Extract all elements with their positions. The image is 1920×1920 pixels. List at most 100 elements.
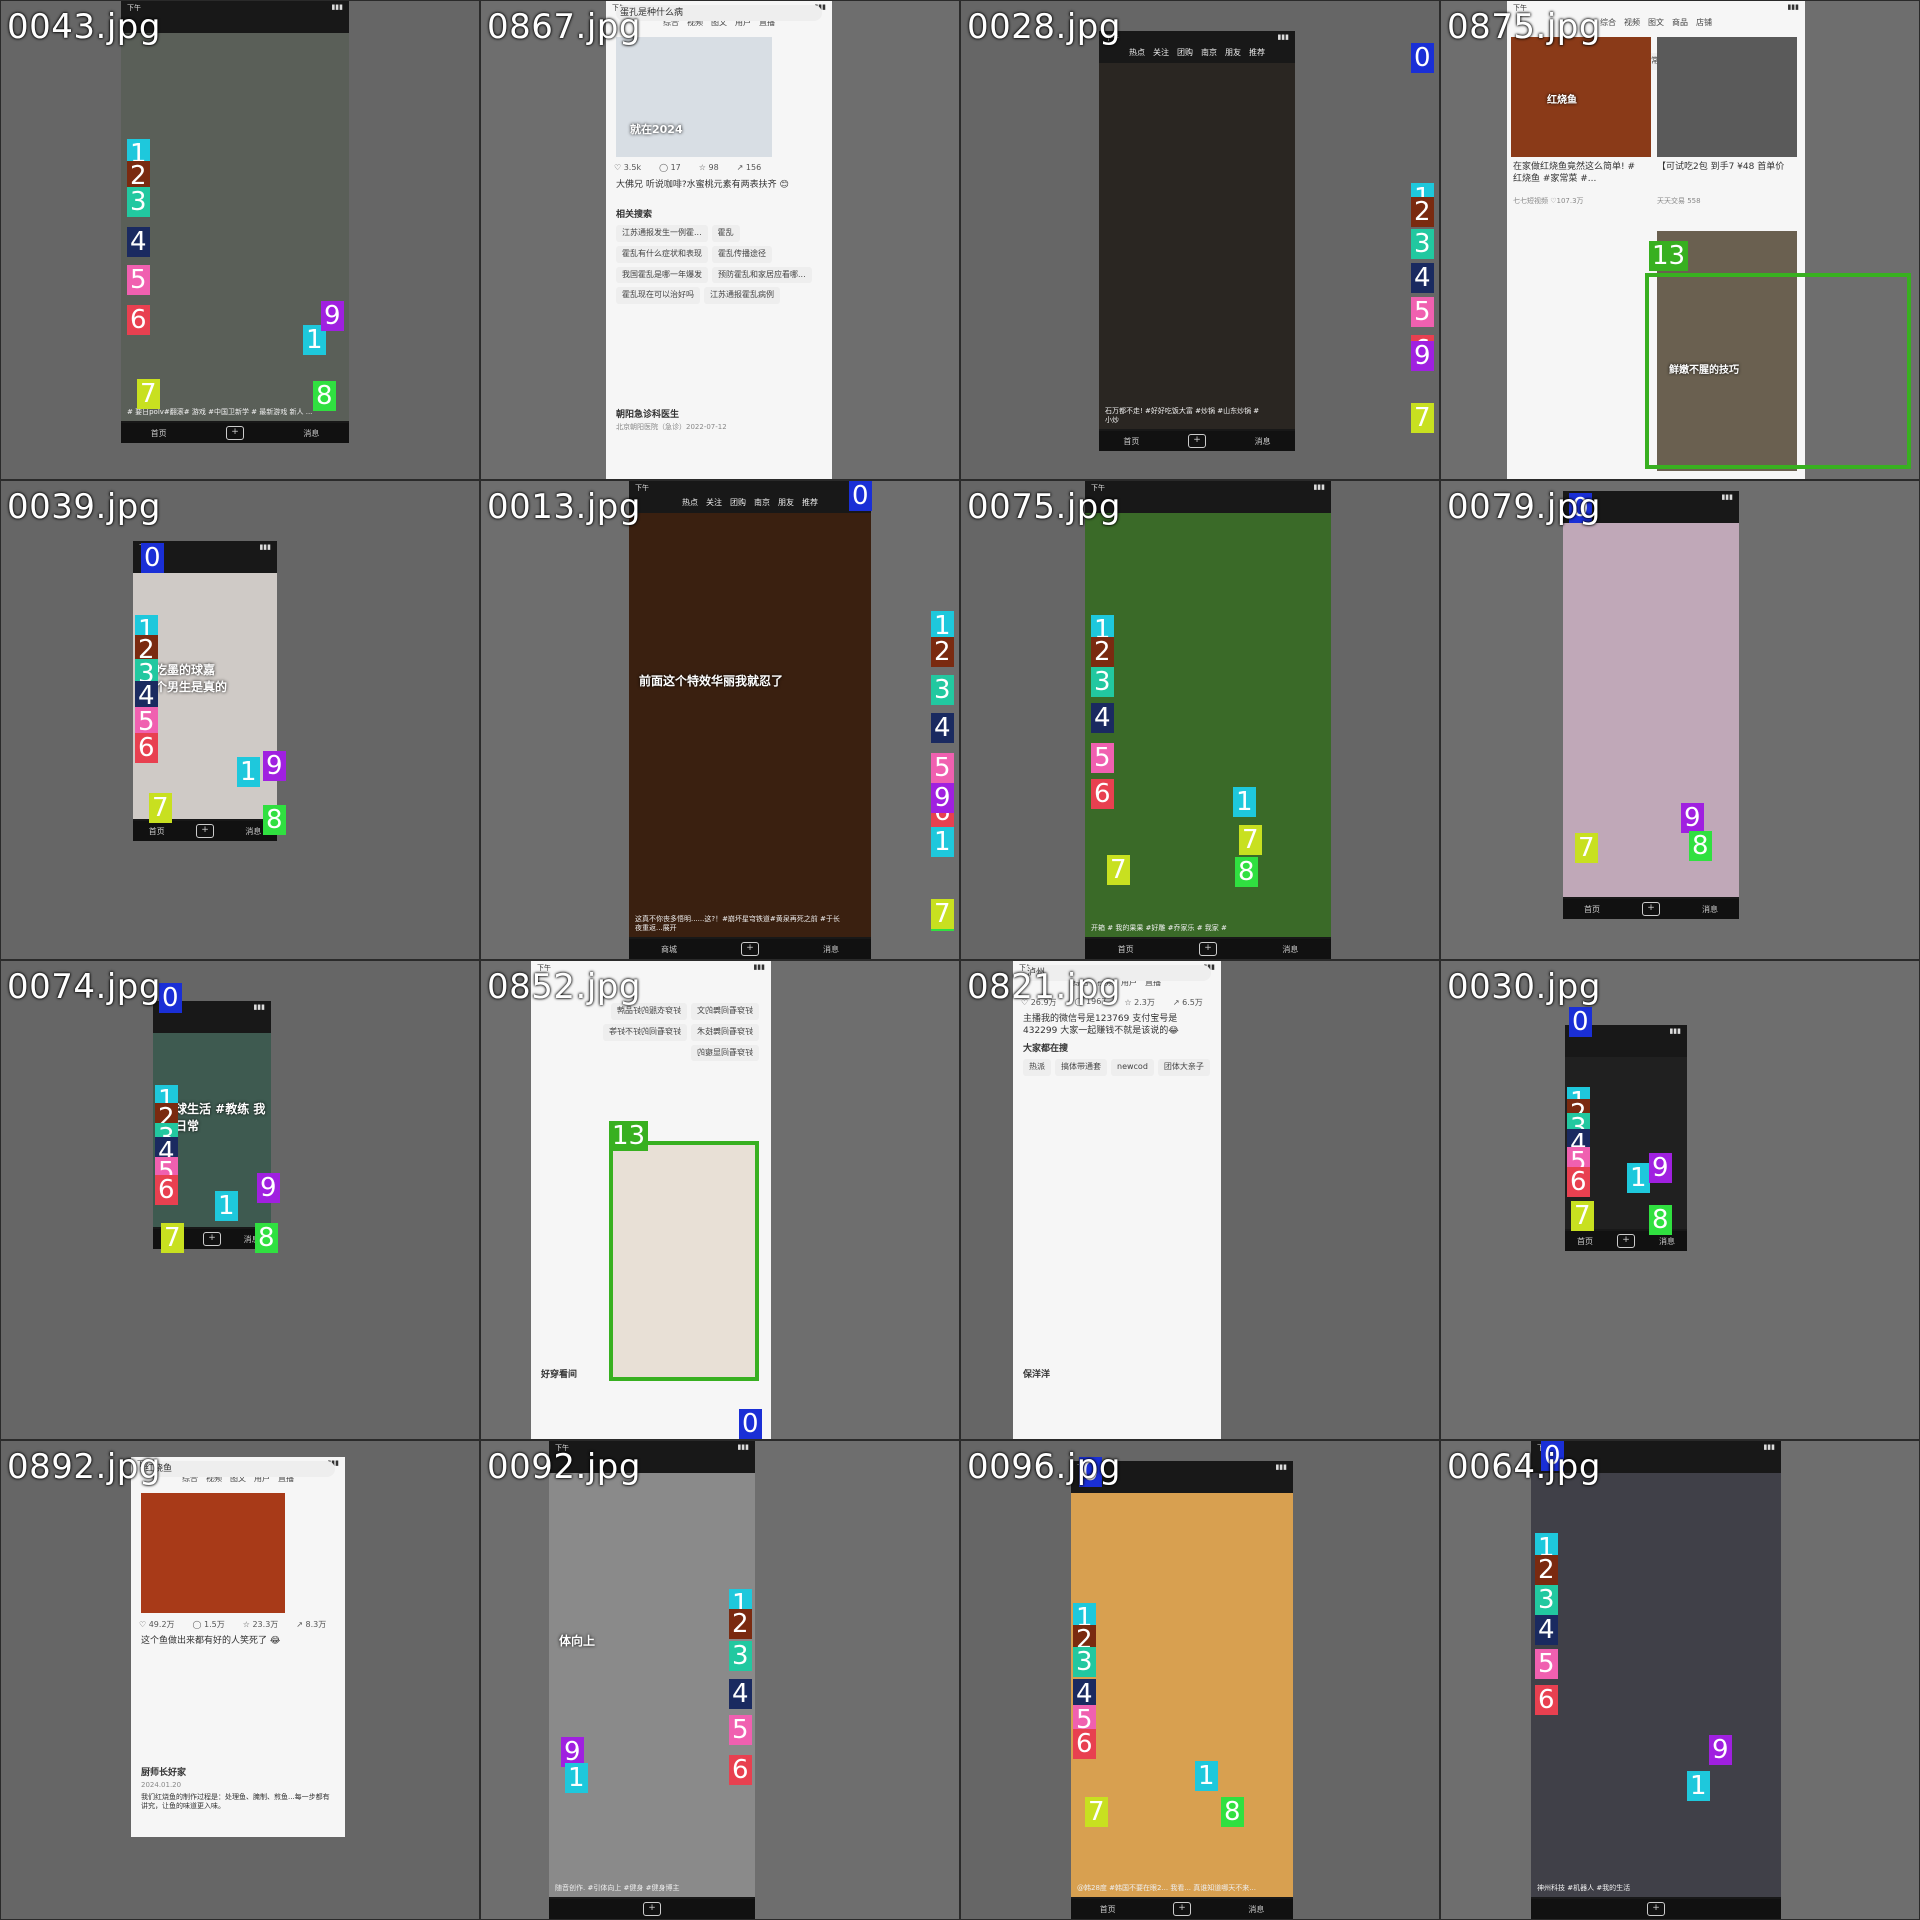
result-thumbnail[interactable] [1657, 37, 1797, 157]
related-search-chip[interactable]: 预防霍乱和家居应看哪... [712, 266, 812, 284]
tab-item[interactable]: 图文 [1648, 17, 1664, 31]
tab-item[interactable]: 南京 [1201, 47, 1217, 61]
suggestion-chip[interactable]: 好穿看间显瘦的 [691, 1044, 759, 1062]
result-thumbnail[interactable] [1511, 37, 1651, 157]
post-media[interactable] [616, 37, 772, 157]
add-button[interactable]: + [1646, 1902, 1665, 1916]
add-button[interactable]: + [741, 942, 759, 956]
tab-item[interactable]: 视频 [1624, 17, 1640, 31]
add-button[interactable]: + [225, 426, 244, 440]
nav-item[interactable]: 消息 [1702, 904, 1718, 915]
tab-item[interactable]: 推荐 [802, 497, 818, 511]
stat-item[interactable]: ↗ 6.5万 [1173, 997, 1203, 1008]
result-card-title[interactable]: 【可试吃2包 到手7 ¥48 首单价 [1657, 161, 1787, 173]
tab-item[interactable]: 热点 [1129, 47, 1145, 61]
tab-item[interactable]: 团购 [730, 497, 746, 511]
suggestion-chip[interactable]: 好穿看间舞技术 [691, 1023, 759, 1041]
stat-item[interactable]: ♡ 3.5k [614, 163, 641, 172]
author-name[interactable]: 厨师长好家 [141, 1767, 186, 1779]
battery-icon: ▮▮▮ [1669, 1027, 1681, 1035]
tab-item[interactable]: 朋友 [1225, 47, 1241, 61]
nav-item[interactable]: 消息 [1248, 1904, 1264, 1915]
related-search-chip[interactable]: newcod [1111, 1059, 1154, 1076]
tab-item[interactable]: 店铺 [1696, 17, 1712, 31]
stat-item[interactable]: ♡ 49.2万 [139, 1619, 175, 1630]
index-badge: 7 [931, 899, 954, 929]
related-search-chip[interactable]: 我国霍乱是哪一年爆发 [616, 266, 708, 284]
video-frame[interactable] [121, 33, 349, 421]
status-bar: 下午▮▮▮ [629, 481, 871, 495]
post-media[interactable] [141, 1493, 285, 1613]
stat-item[interactable]: ◯ 1.5万 [193, 1619, 225, 1630]
related-search-chip[interactable]: 搞体带通套 [1055, 1059, 1107, 1076]
tab-item[interactable]: 关注 [706, 497, 722, 511]
nav-item[interactable]: 首页 [1100, 1904, 1116, 1915]
nav-item[interactable]: 消息 [1255, 436, 1271, 447]
tab-item[interactable]: 商品 [1672, 17, 1688, 31]
tab-item[interactable]: 热点 [682, 497, 698, 511]
result-card-title[interactable]: 在家做红烧鱼竟然这么简单! #红烧鱼 #家常菜 #... [1513, 161, 1643, 185]
video-frame[interactable] [1099, 63, 1295, 429]
add-button[interactable]: + [195, 824, 214, 838]
file-name-label: 0079.jpg [1447, 487, 1601, 527]
related-search-chip[interactable]: 霍乱有什么症状和表现 [616, 245, 708, 263]
nav-item[interactable]: 消息 [1659, 1236, 1675, 1247]
nav-item[interactable]: 消息 [303, 428, 319, 439]
stat-item[interactable]: ☆ 23.3万 [243, 1619, 279, 1630]
add-button[interactable]: + [1642, 902, 1660, 916]
related-search-chip[interactable]: 霍乱传播途径 [712, 245, 772, 263]
related-search-chip[interactable]: 江苏通报霍乱病例 [704, 287, 780, 305]
stat-item[interactable]: ↗ 8.3万 [296, 1619, 326, 1630]
stat-item[interactable]: ☆ 2.3万 [1124, 997, 1154, 1008]
nav-item[interactable]: 首页 [151, 428, 167, 439]
video-frame[interactable] [1071, 1493, 1293, 1897]
nav-item[interactable]: 首页 [1123, 436, 1139, 447]
tab-item[interactable]: 朋友 [778, 497, 794, 511]
add-button[interactable]: + [642, 1902, 661, 1916]
stat-item[interactable]: ◯ 17 [659, 163, 681, 172]
phone-screen: 下午 ▮▮▮ # 要日polv#翻滚# 游戏 #中国卫新学 # 最新游戏 新人 ..… [121, 1, 349, 443]
nav-item[interactable]: 消息 [245, 826, 261, 837]
video-caption: @韩28度 #韩国不要在眼2... 我看... 真谁知道哪天不来... [1077, 1883, 1256, 1892]
video-frame[interactable] [549, 1473, 755, 1897]
nav-item[interactable]: 消息 [1282, 944, 1298, 955]
index-badge: 5 [127, 265, 150, 295]
author-name[interactable]: 保洋洋 [1023, 1369, 1050, 1381]
screenshot-tile: 0892.jpg下午▮▮▮综合视频图文用户直播红烧鱼♡ 49.2万◯ 1.5万☆… [0, 1440, 480, 1920]
index-badge: 8 [1689, 831, 1712, 861]
suggestion-chip[interactable]: 好穿看间的好不好等 [603, 1023, 687, 1041]
add-button[interactable]: + [1617, 1234, 1635, 1248]
file-name-label: 0013.jpg [487, 487, 641, 527]
nav-item[interactable]: 首页 [1118, 944, 1134, 955]
comment-text: 主播我的微信号是123769 支付宝号是432299 大家一起赚钱不就是该说的😂 [1023, 1014, 1179, 1037]
nav-item[interactable]: 消息 [823, 944, 839, 955]
nav-item[interactable]: 首页 [149, 826, 165, 837]
search-input[interactable]: 红烧鱼 [141, 1461, 335, 1478]
tab-item[interactable]: 推荐 [1249, 47, 1265, 61]
related-search-chip[interactable]: 霍乱 [711, 225, 740, 242]
related-search-chip[interactable]: 团体大亲子 [1157, 1059, 1210, 1076]
suggestion-chip[interactable]: 好穿看间舞的文 [691, 1003, 759, 1020]
stat-item[interactable]: ↗ 156 [737, 163, 762, 172]
tab-item[interactable]: 南京 [754, 497, 770, 511]
related-search-chip[interactable]: 霍乱现在可以治好吗 [616, 287, 700, 305]
index-badge: 9 [263, 751, 286, 781]
author-name[interactable]: 朝阳急诊科医生 [616, 409, 679, 421]
add-button[interactable]: + [1172, 1902, 1191, 1916]
nav-item[interactable]: 首页 [1577, 1236, 1593, 1247]
tab-item[interactable]: 综合 [1600, 17, 1616, 31]
tab-item[interactable]: 关注 [1153, 47, 1169, 61]
add-button[interactable]: + [1187, 434, 1206, 448]
add-button[interactable]: + [202, 1232, 221, 1246]
related-search-chip[interactable]: 江苏通报发生一例霍... [616, 225, 708, 242]
stat-item[interactable]: ☆ 98 [699, 163, 719, 172]
search-input[interactable]: 蛋孔是种什么病 [616, 5, 822, 22]
add-button[interactable]: + [1198, 942, 1217, 956]
tab-item[interactable]: 团购 [1177, 47, 1193, 61]
nav-item[interactable]: 商城 [661, 944, 677, 955]
related-search-chip[interactable]: 热派 [1023, 1059, 1051, 1076]
nav-item[interactable]: 首页 [1584, 904, 1600, 915]
author-name[interactable]: 好穿看间 [541, 1369, 577, 1381]
video-frame[interactable] [1531, 1473, 1781, 1897]
video-frame[interactable] [629, 513, 871, 937]
